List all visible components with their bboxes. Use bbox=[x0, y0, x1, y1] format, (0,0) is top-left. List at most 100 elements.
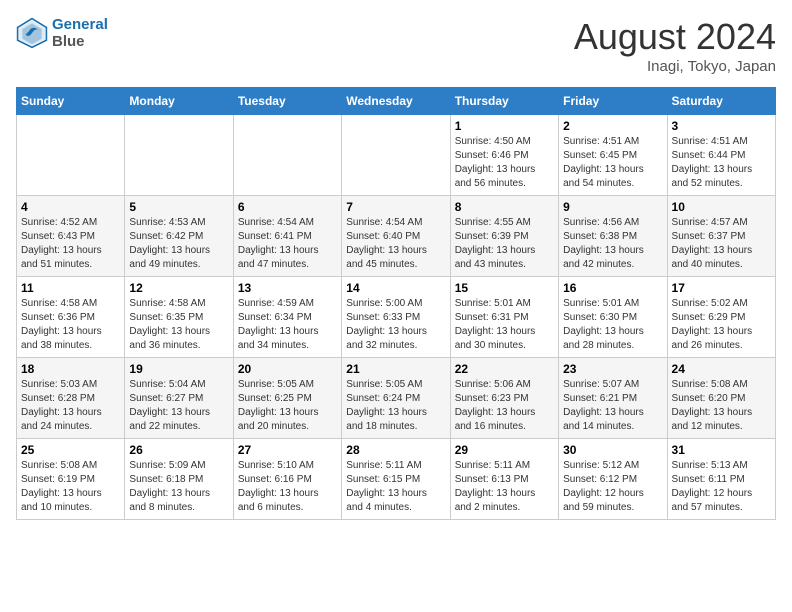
day-info: Sunrise: 5:05 AM Sunset: 6:25 PM Dayligh… bbox=[238, 378, 337, 434]
calendar-day-cell: 19Sunrise: 5:04 AM Sunset: 6:27 PM Dayli… bbox=[125, 358, 233, 439]
day-number: 23 bbox=[563, 362, 662, 376]
day-info: Sunrise: 4:55 AM Sunset: 6:39 PM Dayligh… bbox=[455, 216, 554, 272]
day-number: 26 bbox=[129, 443, 228, 457]
weekday-header-row: SundayMondayTuesdayWednesdayThursdayFrid… bbox=[17, 88, 776, 115]
calendar-day-cell: 9 Sunrise: 4:56 AM Sunset: 6:38 PM Daylig… bbox=[559, 196, 667, 277]
day-info: Sunrise: 4:57 AM Sunset: 6:37 PM Dayligh… bbox=[672, 216, 771, 272]
weekday-header: Monday bbox=[125, 88, 233, 115]
day-number: 8 bbox=[455, 200, 554, 214]
calendar-day-cell: 27 Sunrise: 5:10 AM Sunset: 6:16 PM Dayli… bbox=[233, 439, 341, 520]
day-number: 17 bbox=[672, 281, 771, 295]
calendar-day-cell: 28 Sunrise: 5:11 AM Sunset: 6:15 PM Dayli… bbox=[342, 439, 450, 520]
day-info: Sunrise: 5:11 AM Sunset: 6:15 PM Dayligh… bbox=[346, 459, 445, 515]
day-info: Sunrise: 5:13 AM Sunset: 6:11 PM Dayligh… bbox=[672, 459, 771, 515]
calendar-day-cell: 24 Sunrise: 5:08 AM Sunset: 6:20 PM Dayli… bbox=[667, 358, 775, 439]
calendar-day-cell: 31 Sunrise: 5:13 AM Sunset: 6:11 PM Dayli… bbox=[667, 439, 775, 520]
day-number: 22 bbox=[455, 362, 554, 376]
day-info: Sunrise: 5:00 AM Sunset: 6:33 PM Dayligh… bbox=[346, 297, 445, 353]
calendar-week-row: 1Sunrise: 4:50 AM Sunset: 6:46 PM Daylig… bbox=[17, 115, 776, 196]
calendar-day-cell: 26 Sunrise: 5:09 AM Sunset: 6:18 PM Dayli… bbox=[125, 439, 233, 520]
calendar-day-cell: 23 Sunrise: 5:07 AM Sunset: 6:21 PM Dayli… bbox=[559, 358, 667, 439]
day-number: 28 bbox=[346, 443, 445, 457]
day-number: 16 bbox=[563, 281, 662, 295]
logo: General Blue bbox=[16, 16, 108, 50]
calendar-day-cell bbox=[125, 115, 233, 196]
calendar-week-row: 25Sunrise: 5:08 AM Sunset: 6:19 PM Dayli… bbox=[17, 439, 776, 520]
weekday-header: Sunday bbox=[17, 88, 125, 115]
calendar-day-cell: 11 Sunrise: 4:58 AM Sunset: 6:36 PM Dayli… bbox=[17, 277, 125, 358]
day-info: Sunrise: 4:53 AM Sunset: 6:42 PM Dayligh… bbox=[129, 216, 228, 272]
day-info: Sunrise: 5:07 AM Sunset: 6:21 PM Dayligh… bbox=[563, 378, 662, 434]
calendar-day-cell: 12 Sunrise: 4:58 AM Sunset: 6:35 PM Dayli… bbox=[125, 277, 233, 358]
calendar-day-cell: 29Sunrise: 5:11 AM Sunset: 6:13 PM Dayli… bbox=[450, 439, 558, 520]
day-number: 10 bbox=[672, 200, 771, 214]
day-info: Sunrise: 4:58 AM Sunset: 6:35 PM Dayligh… bbox=[129, 297, 228, 353]
calendar-day-cell: 7 Sunrise: 4:54 AM Sunset: 6:40 PM Daylig… bbox=[342, 196, 450, 277]
weekday-header: Saturday bbox=[667, 88, 775, 115]
calendar-day-cell: 13 Sunrise: 4:59 AM Sunset: 6:34 PM Dayli… bbox=[233, 277, 341, 358]
day-number: 18 bbox=[21, 362, 120, 376]
calendar-day-cell bbox=[233, 115, 341, 196]
day-info: Sunrise: 4:56 AM Sunset: 6:38 PM Dayligh… bbox=[563, 216, 662, 272]
logo-icon bbox=[16, 17, 48, 49]
day-number: 3 bbox=[672, 119, 771, 133]
day-number: 12 bbox=[129, 281, 228, 295]
day-number: 11 bbox=[21, 281, 120, 295]
logo-text: General Blue bbox=[52, 16, 108, 50]
calendar-day-cell: 8 Sunrise: 4:55 AM Sunset: 6:39 PM Daylig… bbox=[450, 196, 558, 277]
calendar-day-cell: 5 Sunrise: 4:53 AM Sunset: 6:42 PM Daylig… bbox=[125, 196, 233, 277]
calendar-day-cell: 25Sunrise: 5:08 AM Sunset: 6:19 PM Dayli… bbox=[17, 439, 125, 520]
day-info: Sunrise: 5:01 AM Sunset: 6:31 PM Dayligh… bbox=[455, 297, 554, 353]
day-number: 9 bbox=[563, 200, 662, 214]
day-number: 5 bbox=[129, 200, 228, 214]
day-number: 20 bbox=[238, 362, 337, 376]
day-info: Sunrise: 4:52 AM Sunset: 6:43 PM Dayligh… bbox=[21, 216, 120, 272]
calendar-day-cell: 10 Sunrise: 4:57 AM Sunset: 6:37 PM Dayli… bbox=[667, 196, 775, 277]
day-number: 27 bbox=[238, 443, 337, 457]
day-info: Sunrise: 4:54 AM Sunset: 6:41 PM Dayligh… bbox=[238, 216, 337, 272]
day-info: Sunrise: 5:01 AM Sunset: 6:30 PM Dayligh… bbox=[563, 297, 662, 353]
calendar-day-cell: 30Sunrise: 5:12 AM Sunset: 6:12 PM Dayli… bbox=[559, 439, 667, 520]
day-number: 7 bbox=[346, 200, 445, 214]
day-info: Sunrise: 5:09 AM Sunset: 6:18 PM Dayligh… bbox=[129, 459, 228, 515]
day-number: 1 bbox=[455, 119, 554, 133]
day-number: 4 bbox=[21, 200, 120, 214]
calendar-day-cell bbox=[17, 115, 125, 196]
day-info: Sunrise: 5:10 AM Sunset: 6:16 PM Dayligh… bbox=[238, 459, 337, 515]
calendar-day-cell: 22Sunrise: 5:06 AM Sunset: 6:23 PM Dayli… bbox=[450, 358, 558, 439]
day-number: 21 bbox=[346, 362, 445, 376]
page-header: General Blue August 2024 Inagi, Tokyo, J… bbox=[16, 16, 776, 75]
day-number: 31 bbox=[672, 443, 771, 457]
title-block: August 2024 Inagi, Tokyo, Japan bbox=[574, 16, 776, 75]
weekday-header: Wednesday bbox=[342, 88, 450, 115]
day-number: 30 bbox=[563, 443, 662, 457]
weekday-header: Tuesday bbox=[233, 88, 341, 115]
calendar-table: SundayMondayTuesdayWednesdayThursdayFrid… bbox=[16, 87, 776, 520]
location: Inagi, Tokyo, Japan bbox=[574, 58, 776, 75]
calendar-day-cell bbox=[342, 115, 450, 196]
month-title: August 2024 bbox=[574, 16, 776, 58]
calendar-day-cell: 18 Sunrise: 5:03 AM Sunset: 6:28 PM Dayli… bbox=[17, 358, 125, 439]
day-number: 14 bbox=[346, 281, 445, 295]
calendar-day-cell: 15Sunrise: 5:01 AM Sunset: 6:31 PM Dayli… bbox=[450, 277, 558, 358]
day-info: Sunrise: 5:02 AM Sunset: 6:29 PM Dayligh… bbox=[672, 297, 771, 353]
day-info: Sunrise: 5:03 AM Sunset: 6:28 PM Dayligh… bbox=[21, 378, 120, 434]
day-info: Sunrise: 5:11 AM Sunset: 6:13 PM Dayligh… bbox=[455, 459, 554, 515]
day-info: Sunrise: 5:08 AM Sunset: 6:20 PM Dayligh… bbox=[672, 378, 771, 434]
calendar-day-cell: 2Sunrise: 4:51 AM Sunset: 6:45 PM Daylig… bbox=[559, 115, 667, 196]
calendar-week-row: 18 Sunrise: 5:03 AM Sunset: 6:28 PM Dayli… bbox=[17, 358, 776, 439]
day-number: 6 bbox=[238, 200, 337, 214]
weekday-header: Friday bbox=[559, 88, 667, 115]
calendar-day-cell: 4 Sunrise: 4:52 AM Sunset: 6:43 PM Daylig… bbox=[17, 196, 125, 277]
day-number: 13 bbox=[238, 281, 337, 295]
day-info: Sunrise: 4:54 AM Sunset: 6:40 PM Dayligh… bbox=[346, 216, 445, 272]
calendar-day-cell: 17 Sunrise: 5:02 AM Sunset: 6:29 PM Dayli… bbox=[667, 277, 775, 358]
calendar-week-row: 11 Sunrise: 4:58 AM Sunset: 6:36 PM Dayli… bbox=[17, 277, 776, 358]
calendar-day-cell: 16 Sunrise: 5:01 AM Sunset: 6:30 PM Dayli… bbox=[559, 277, 667, 358]
day-number: 24 bbox=[672, 362, 771, 376]
calendar-day-cell: 14 Sunrise: 5:00 AM Sunset: 6:33 PM Dayli… bbox=[342, 277, 450, 358]
day-info: Sunrise: 4:58 AM Sunset: 6:36 PM Dayligh… bbox=[21, 297, 120, 353]
day-info: Sunrise: 5:04 AM Sunset: 6:27 PM Dayligh… bbox=[129, 378, 228, 434]
day-info: Sunrise: 4:59 AM Sunset: 6:34 PM Dayligh… bbox=[238, 297, 337, 353]
day-info: Sunrise: 5:08 AM Sunset: 6:19 PM Dayligh… bbox=[21, 459, 120, 515]
